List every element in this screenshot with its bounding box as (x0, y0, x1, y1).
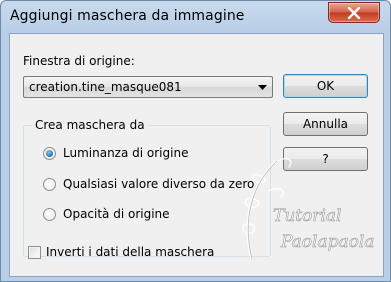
radio-luminance[interactable] (43, 147, 56, 160)
title-bar[interactable]: Aggiungi maschera da immagine (1, 1, 390, 33)
watermark-line2: Paolapaola (280, 232, 374, 252)
invert-mask-label[interactable]: Inverti i dati della maschera (46, 245, 214, 259)
chevron-down-icon (258, 85, 267, 90)
watermark-logo: Tutorial Paolapaola (241, 157, 375, 260)
cancel-button[interactable]: Annulla (283, 112, 368, 136)
close-button[interactable] (328, 2, 380, 23)
close-icon (347, 7, 361, 19)
watermark-line1: Tutorial (273, 206, 342, 226)
radio-opacity[interactable] (43, 208, 56, 221)
source-window-label: Finestra di origine: (23, 54, 135, 68)
source-window-dropdown[interactable]: creation.tine_masque081 (23, 76, 273, 98)
invert-mask-checkbox[interactable] (28, 246, 41, 259)
dialog-window: Aggiungi maschera da immagine Finestra d… (0, 0, 391, 282)
group-title: Crea maschera da (32, 118, 148, 132)
window-title: Aggiungi maschera da immagine (10, 8, 245, 24)
radio-nonzero[interactable] (43, 178, 56, 191)
radio-luminance-label[interactable]: Luminanza di origine (63, 146, 188, 160)
source-window-value: creation.tine_masque081 (29, 80, 182, 94)
radio-nonzero-label[interactable]: Qualsiasi valore diverso da zero (63, 177, 254, 191)
ok-button[interactable]: OK (283, 74, 368, 98)
radio-opacity-label[interactable]: Opacità di origine (63, 207, 170, 221)
